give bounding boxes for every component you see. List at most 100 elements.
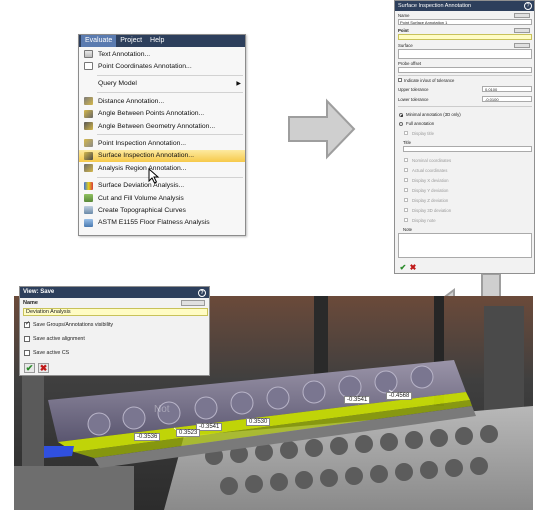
save-alignment-option[interactable]: Save active alignment bbox=[24, 336, 85, 342]
option-checkbox[interactable] bbox=[404, 218, 408, 222]
surface-deviation-icon bbox=[84, 181, 93, 190]
point-field-buttons[interactable] bbox=[514, 28, 530, 33]
angle-points-icon bbox=[84, 109, 93, 118]
annotation-name-input[interactable]: Point Surface Annotation 1 bbox=[398, 19, 532, 25]
distance-icon bbox=[84, 97, 93, 106]
menu-item-cut-fill[interactable]: Cut and Fill Volume Analysis bbox=[79, 192, 245, 204]
menu-item-distance[interactable]: Distance Annotation... bbox=[79, 95, 245, 107]
option-checkbox[interactable] bbox=[404, 168, 408, 172]
option-checkbox[interactable] bbox=[404, 158, 408, 162]
cancel-x-icon[interactable]: ✖ bbox=[409, 264, 417, 272]
note-textarea[interactable] bbox=[398, 233, 532, 258]
menu-item-angle-geometry[interactable]: Angle Between Geometry Annotation... bbox=[79, 120, 245, 132]
topo-curves-icon bbox=[84, 206, 93, 215]
submenu-arrow-icon: ▶ bbox=[236, 81, 241, 88]
menu-project[interactable]: Project bbox=[116, 35, 146, 47]
menu-separator bbox=[97, 176, 243, 178]
point-inspection-icon bbox=[84, 139, 93, 148]
probe-offset-input[interactable] bbox=[398, 67, 532, 73]
save-visibility-option[interactable]: Save Groups/Annotations visibility bbox=[24, 320, 113, 328]
save-cs-checkbox[interactable] bbox=[24, 350, 30, 356]
title-input[interactable] bbox=[403, 146, 532, 152]
name-field-buttons[interactable] bbox=[181, 300, 205, 306]
note-label: Note bbox=[403, 227, 413, 232]
option-actual-label: Actual coordinates bbox=[412, 168, 448, 173]
menu-item-angle-points[interactable]: Angle Between Points Annotation... bbox=[79, 108, 245, 120]
display-title-label: Display title bbox=[412, 131, 434, 136]
surface-input[interactable] bbox=[398, 49, 532, 59]
evaluate-dropdown: Text Annotation... Point Coordinates Ann… bbox=[79, 47, 245, 229]
menu-item-surface-deviation[interactable]: Surface Deviation Analysis... bbox=[79, 180, 245, 192]
menu-item-analysis-region[interactable]: Analysis Region Annotation... bbox=[79, 162, 245, 174]
menubar: Evaluate Project Help bbox=[79, 35, 245, 47]
lower-tolerance-label: Lower tolerance bbox=[398, 97, 429, 102]
ok-button[interactable]: ✔ bbox=[24, 363, 35, 373]
menu-item-topo-curves[interactable]: Create Topographical Curves bbox=[79, 204, 245, 216]
cut-fill-icon bbox=[84, 193, 93, 202]
point-label: Point bbox=[398, 28, 409, 33]
display-title-checkbox[interactable] bbox=[404, 131, 408, 135]
panel-title-bar: Surface Inspection Annotation ? bbox=[395, 1, 534, 11]
option-z-label: Display Z deviation bbox=[412, 198, 449, 203]
menu-item-point-inspection[interactable]: Point Inspection Annotation... bbox=[79, 137, 245, 149]
deviation-annotation[interactable]: 0.3530 bbox=[246, 418, 271, 426]
menu-item-text-annotation[interactable]: Text Annotation... bbox=[79, 48, 245, 60]
indicate-tolerance-label: Indicate in/out of tolerance bbox=[404, 78, 455, 83]
deviation-annotation[interactable]: -0.3541 bbox=[344, 396, 371, 404]
menu-separator bbox=[97, 134, 243, 136]
evaluate-menu-window: Evaluate Project Help Text Annotation...… bbox=[78, 34, 246, 236]
deviation-annotation[interactable]: -0.3536 bbox=[134, 433, 161, 441]
view-name-input[interactable]: Deviation Analysis bbox=[23, 308, 208, 316]
menu-item-point-coordinates[interactable]: Point Coordinates Annotation... bbox=[79, 60, 245, 72]
flow-arrow-right-icon bbox=[288, 98, 356, 160]
deviation-annotation[interactable]: -0.4568 bbox=[386, 392, 413, 400]
dialog-title-bar: View: Save ? bbox=[20, 287, 209, 298]
upper-tolerance-label: Upper tolerance bbox=[398, 87, 429, 92]
surface-inspection-icon bbox=[84, 151, 93, 160]
option-3d-label: Display 3D deviation bbox=[412, 208, 452, 213]
surface-label: Surface bbox=[398, 43, 413, 48]
upper-tolerance-input[interactable]: 0.0100 bbox=[482, 86, 532, 92]
deviation-annotation[interactable]: 0.3523 bbox=[176, 429, 201, 437]
menu-item-surface-inspection[interactable]: Surface Inspection Annotation... bbox=[79, 149, 245, 163]
view-save-dialog: View: Save ? Name Deviation Analysis Sav… bbox=[19, 286, 210, 376]
minimal-annotation-radio[interactable] bbox=[399, 113, 403, 117]
lower-tolerance-input[interactable]: -0.0100 bbox=[482, 96, 532, 102]
option-checkbox[interactable] bbox=[404, 188, 408, 192]
option-checkbox[interactable] bbox=[404, 178, 408, 182]
name-field-buttons[interactable] bbox=[514, 13, 530, 18]
option-checkbox[interactable] bbox=[404, 198, 408, 202]
divider bbox=[398, 106, 532, 107]
divider bbox=[398, 75, 532, 76]
panel-title: Surface Inspection Annotation bbox=[398, 3, 472, 9]
ok-check-icon[interactable]: ✔ bbox=[399, 264, 407, 272]
menu-evaluate[interactable]: Evaluate bbox=[81, 35, 117, 47]
dialog-title: View: Save bbox=[23, 289, 55, 295]
cancel-button[interactable]: ✖ bbox=[38, 363, 49, 373]
name-label: Name bbox=[398, 13, 410, 18]
analysis-region-icon bbox=[84, 164, 93, 173]
menu-help[interactable]: Help bbox=[146, 35, 168, 47]
menu-item-query-model[interactable]: Query Model ▶ bbox=[79, 78, 245, 90]
help-icon[interactable]: ? bbox=[524, 2, 532, 10]
option-checkbox[interactable] bbox=[404, 208, 408, 212]
minimal-annotation-label: Minimal annotation (3D only) bbox=[406, 112, 461, 117]
help-icon[interactable]: ? bbox=[198, 288, 206, 297]
indicate-tolerance-checkbox[interactable] bbox=[398, 78, 402, 82]
save-alignment-checkbox[interactable] bbox=[24, 336, 30, 342]
name-label: Name bbox=[23, 300, 38, 306]
full-annotation-label: Full annotation bbox=[406, 121, 435, 126]
option-nominal-label: Nominal coordinates bbox=[412, 158, 452, 163]
menu-separator bbox=[97, 74, 243, 76]
menu-item-floor-flatness[interactable]: ASTM E1155 Floor Flatness Analysis bbox=[79, 217, 245, 229]
surface-field-buttons[interactable] bbox=[514, 43, 530, 48]
point-coordinates-icon bbox=[84, 62, 93, 71]
full-annotation-radio[interactable] bbox=[399, 122, 403, 126]
save-cs-option[interactable]: Save active CS bbox=[24, 350, 69, 356]
point-input[interactable] bbox=[398, 34, 532, 40]
save-visibility-checkbox[interactable] bbox=[24, 320, 30, 328]
option-y-label: Display Y deviation bbox=[412, 188, 449, 193]
angle-geometry-icon bbox=[84, 121, 93, 130]
watermark-text: Not bbox=[154, 404, 170, 415]
title-label: Title bbox=[403, 140, 411, 145]
